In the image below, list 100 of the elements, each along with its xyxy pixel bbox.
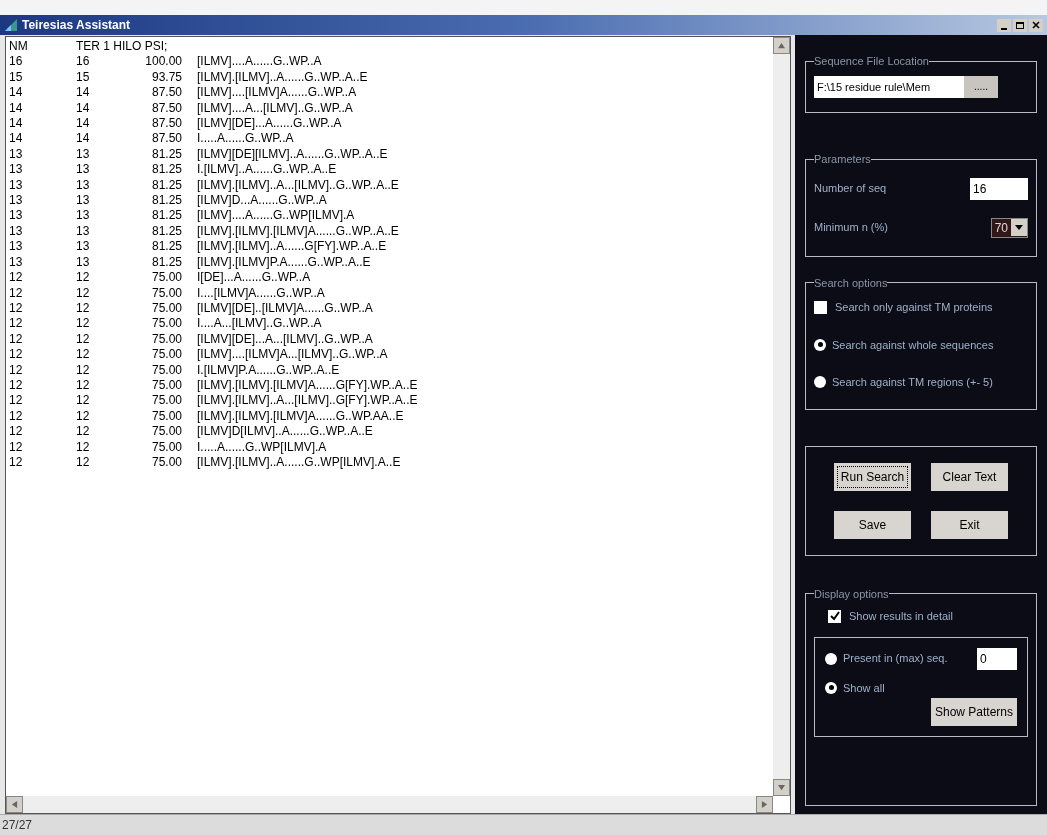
result-cell-text: 13 bbox=[9, 208, 24, 224]
show-patterns-button[interactable]: Show Patterns bbox=[930, 698, 1017, 726]
action-button[interactable]: Exit bbox=[931, 510, 1008, 539]
result-cell-text: 14 bbox=[9, 100, 24, 117]
header-text: TER 1 HILO PSI; bbox=[76, 39, 168, 55]
result-cell-text: 13 bbox=[76, 177, 91, 194]
browse-button[interactable]: ..... bbox=[964, 75, 998, 98]
down-arrow-icon bbox=[778, 784, 785, 791]
dropdown-arrow-icon bbox=[1015, 225, 1023, 230]
close-button[interactable] bbox=[1029, 18, 1043, 32]
result-cell-text: 16 bbox=[9, 54, 24, 70]
result-cell-text: 13 bbox=[76, 254, 91, 271]
file-path-field[interactable]: F:\15 residue rule\Mem bbox=[814, 75, 964, 98]
right-arrow-icon bbox=[761, 801, 768, 808]
result-cell-text: 12 bbox=[9, 270, 24, 286]
up-arrow-icon bbox=[778, 42, 785, 49]
result-cell-text: 81.25 bbox=[150, 208, 182, 224]
result-cell: I.[ILMV]P.A......G..WP..A..E bbox=[197, 362, 340, 378]
result-cell-text: 12 bbox=[76, 424, 91, 440]
result-cell-text: 14 bbox=[76, 131, 91, 147]
result-cell-text: 87.50 bbox=[150, 85, 182, 101]
group-label: Display options bbox=[814, 587, 889, 600]
option-label: Show all bbox=[843, 680, 885, 696]
result-cell-text: 12 bbox=[76, 393, 91, 409]
group-label: Search options bbox=[814, 276, 888, 289]
result-cell-text: 75.00 bbox=[150, 454, 182, 471]
result-cell-text: 13 bbox=[9, 193, 24, 209]
results-text-area[interactable] bbox=[5, 36, 791, 814]
result-cell: [ILMV].[ILMV]..A...[ILMV]..G..WP..A..E bbox=[197, 177, 399, 194]
result-cell: I.....A......G..WP[ILMV].A bbox=[197, 439, 327, 455]
result-cell-text: 13 bbox=[76, 146, 91, 163]
result-cell: I.[ILMV]..A......G..WP..A..E bbox=[197, 162, 337, 178]
result-cell-text: 14 bbox=[76, 85, 91, 101]
result-cell: [ILMV][DE]...A......G..WP..A bbox=[197, 116, 342, 132]
minimize-button[interactable] bbox=[997, 18, 1011, 32]
radio-button[interactable] bbox=[825, 681, 837, 694]
result-cell-text: 12 bbox=[9, 439, 24, 455]
result-cell: [ILMV].[ILMV]..A......G..WP..A..E bbox=[197, 69, 368, 86]
result-cell: [ILMV].[ILMV]..A......G..WP[ILMV].A..E bbox=[197, 454, 401, 471]
result-cell: [ILMV]....A......G..WP[ILMV].A bbox=[197, 208, 355, 224]
result-cell-text: 13 bbox=[9, 177, 24, 194]
result-cell-text: 12 bbox=[76, 316, 91, 332]
scroll-right-button[interactable] bbox=[756, 796, 773, 813]
radio-button[interactable] bbox=[814, 338, 826, 351]
result-cell-text: 13 bbox=[9, 146, 24, 163]
max-seq-field[interactable]: 0 bbox=[977, 647, 1017, 670]
option-label: Present in (max) seq. bbox=[843, 651, 948, 667]
result-cell-text: 75.00 bbox=[150, 362, 182, 378]
action-button[interactable]: Clear Text bbox=[931, 462, 1008, 491]
minimum-dropdown[interactable]: 70 bbox=[990, 217, 1028, 238]
result-cell-text: 13 bbox=[76, 193, 91, 209]
result-cell: I.....A......G..WP..A bbox=[197, 131, 294, 147]
result-cell-text: 13 bbox=[9, 254, 24, 271]
result-cell-text: 12 bbox=[9, 331, 24, 348]
checkbox[interactable] bbox=[828, 609, 841, 623]
scroll-up-button[interactable] bbox=[773, 37, 790, 54]
result-cell: [ILMV].[ILMV]P.A......G..WP..A..E bbox=[197, 254, 371, 271]
result-cell: [ILMV]D...A......G..WP..A bbox=[197, 193, 327, 209]
action-button[interactable]: Save bbox=[834, 510, 911, 539]
result-cell-text: 12 bbox=[9, 316, 24, 332]
result-cell-text: 12 bbox=[9, 285, 24, 301]
result-cell-text: 87.50 bbox=[150, 116, 182, 132]
result-cell-text: 75.00 bbox=[150, 285, 182, 301]
scroll-left-button[interactable] bbox=[6, 796, 23, 813]
vertical-scrollbar[interactable] bbox=[773, 37, 790, 796]
scroll-down-button[interactable] bbox=[773, 779, 790, 796]
header-text: NM bbox=[9, 39, 29, 55]
result-cell-text: 13 bbox=[76, 162, 91, 178]
result-cell-text: 81.25 bbox=[150, 162, 182, 178]
field-label: Number of seq bbox=[814, 181, 887, 197]
result-cell-text: 13 bbox=[76, 239, 91, 255]
result-cell: [ILMV]....[ILMV]A......G..WP..A bbox=[197, 85, 357, 101]
horizontal-scrollbar[interactable] bbox=[6, 796, 773, 813]
result-cell-text: 81.25 bbox=[150, 193, 182, 209]
result-cell: I....A...[ILMV]..G..WP..A bbox=[197, 316, 322, 332]
result-cell-text: 12 bbox=[76, 331, 91, 348]
result-cell-text: 93.75 bbox=[150, 69, 182, 86]
result-cell-text: 12 bbox=[9, 347, 24, 363]
result-cell-text: 12 bbox=[76, 300, 91, 317]
option-label: Search against whole sequences bbox=[832, 337, 994, 353]
result-cell: [ILMV][DE]...A...[ILMV]..G..WP..A bbox=[197, 331, 373, 348]
radio-button[interactable] bbox=[814, 376, 826, 389]
result-cell-text: 75.00 bbox=[150, 270, 182, 286]
result-cell-text: 75.00 bbox=[150, 439, 182, 455]
result-cell: [ILMV].[ILMV].[ILMV]A......G..WP.AA..E bbox=[197, 408, 404, 425]
option-label: Search only against TM proteins bbox=[835, 300, 993, 315]
result-cell-text: 75.00 bbox=[150, 424, 182, 440]
result-cell-text: 75.00 bbox=[150, 393, 182, 409]
result-cell-text: 12 bbox=[9, 362, 24, 378]
radio-button[interactable] bbox=[825, 652, 837, 665]
maximize-button[interactable] bbox=[1013, 18, 1027, 32]
action-button[interactable]: Run Search bbox=[834, 462, 911, 491]
result-cell: I[DE]...A......G..WP..A bbox=[197, 270, 311, 286]
checkbox[interactable] bbox=[814, 300, 827, 314]
result-cell-text: 12 bbox=[9, 408, 24, 425]
left-arrow-icon bbox=[11, 801, 18, 808]
result-cell: I....[ILMV]A......G..WP..A bbox=[197, 285, 325, 301]
number-of-seq-field[interactable]: 16 bbox=[970, 177, 1028, 200]
result-cell-text: 75.00 bbox=[150, 300, 182, 317]
result-cell-text: 14 bbox=[9, 85, 24, 101]
